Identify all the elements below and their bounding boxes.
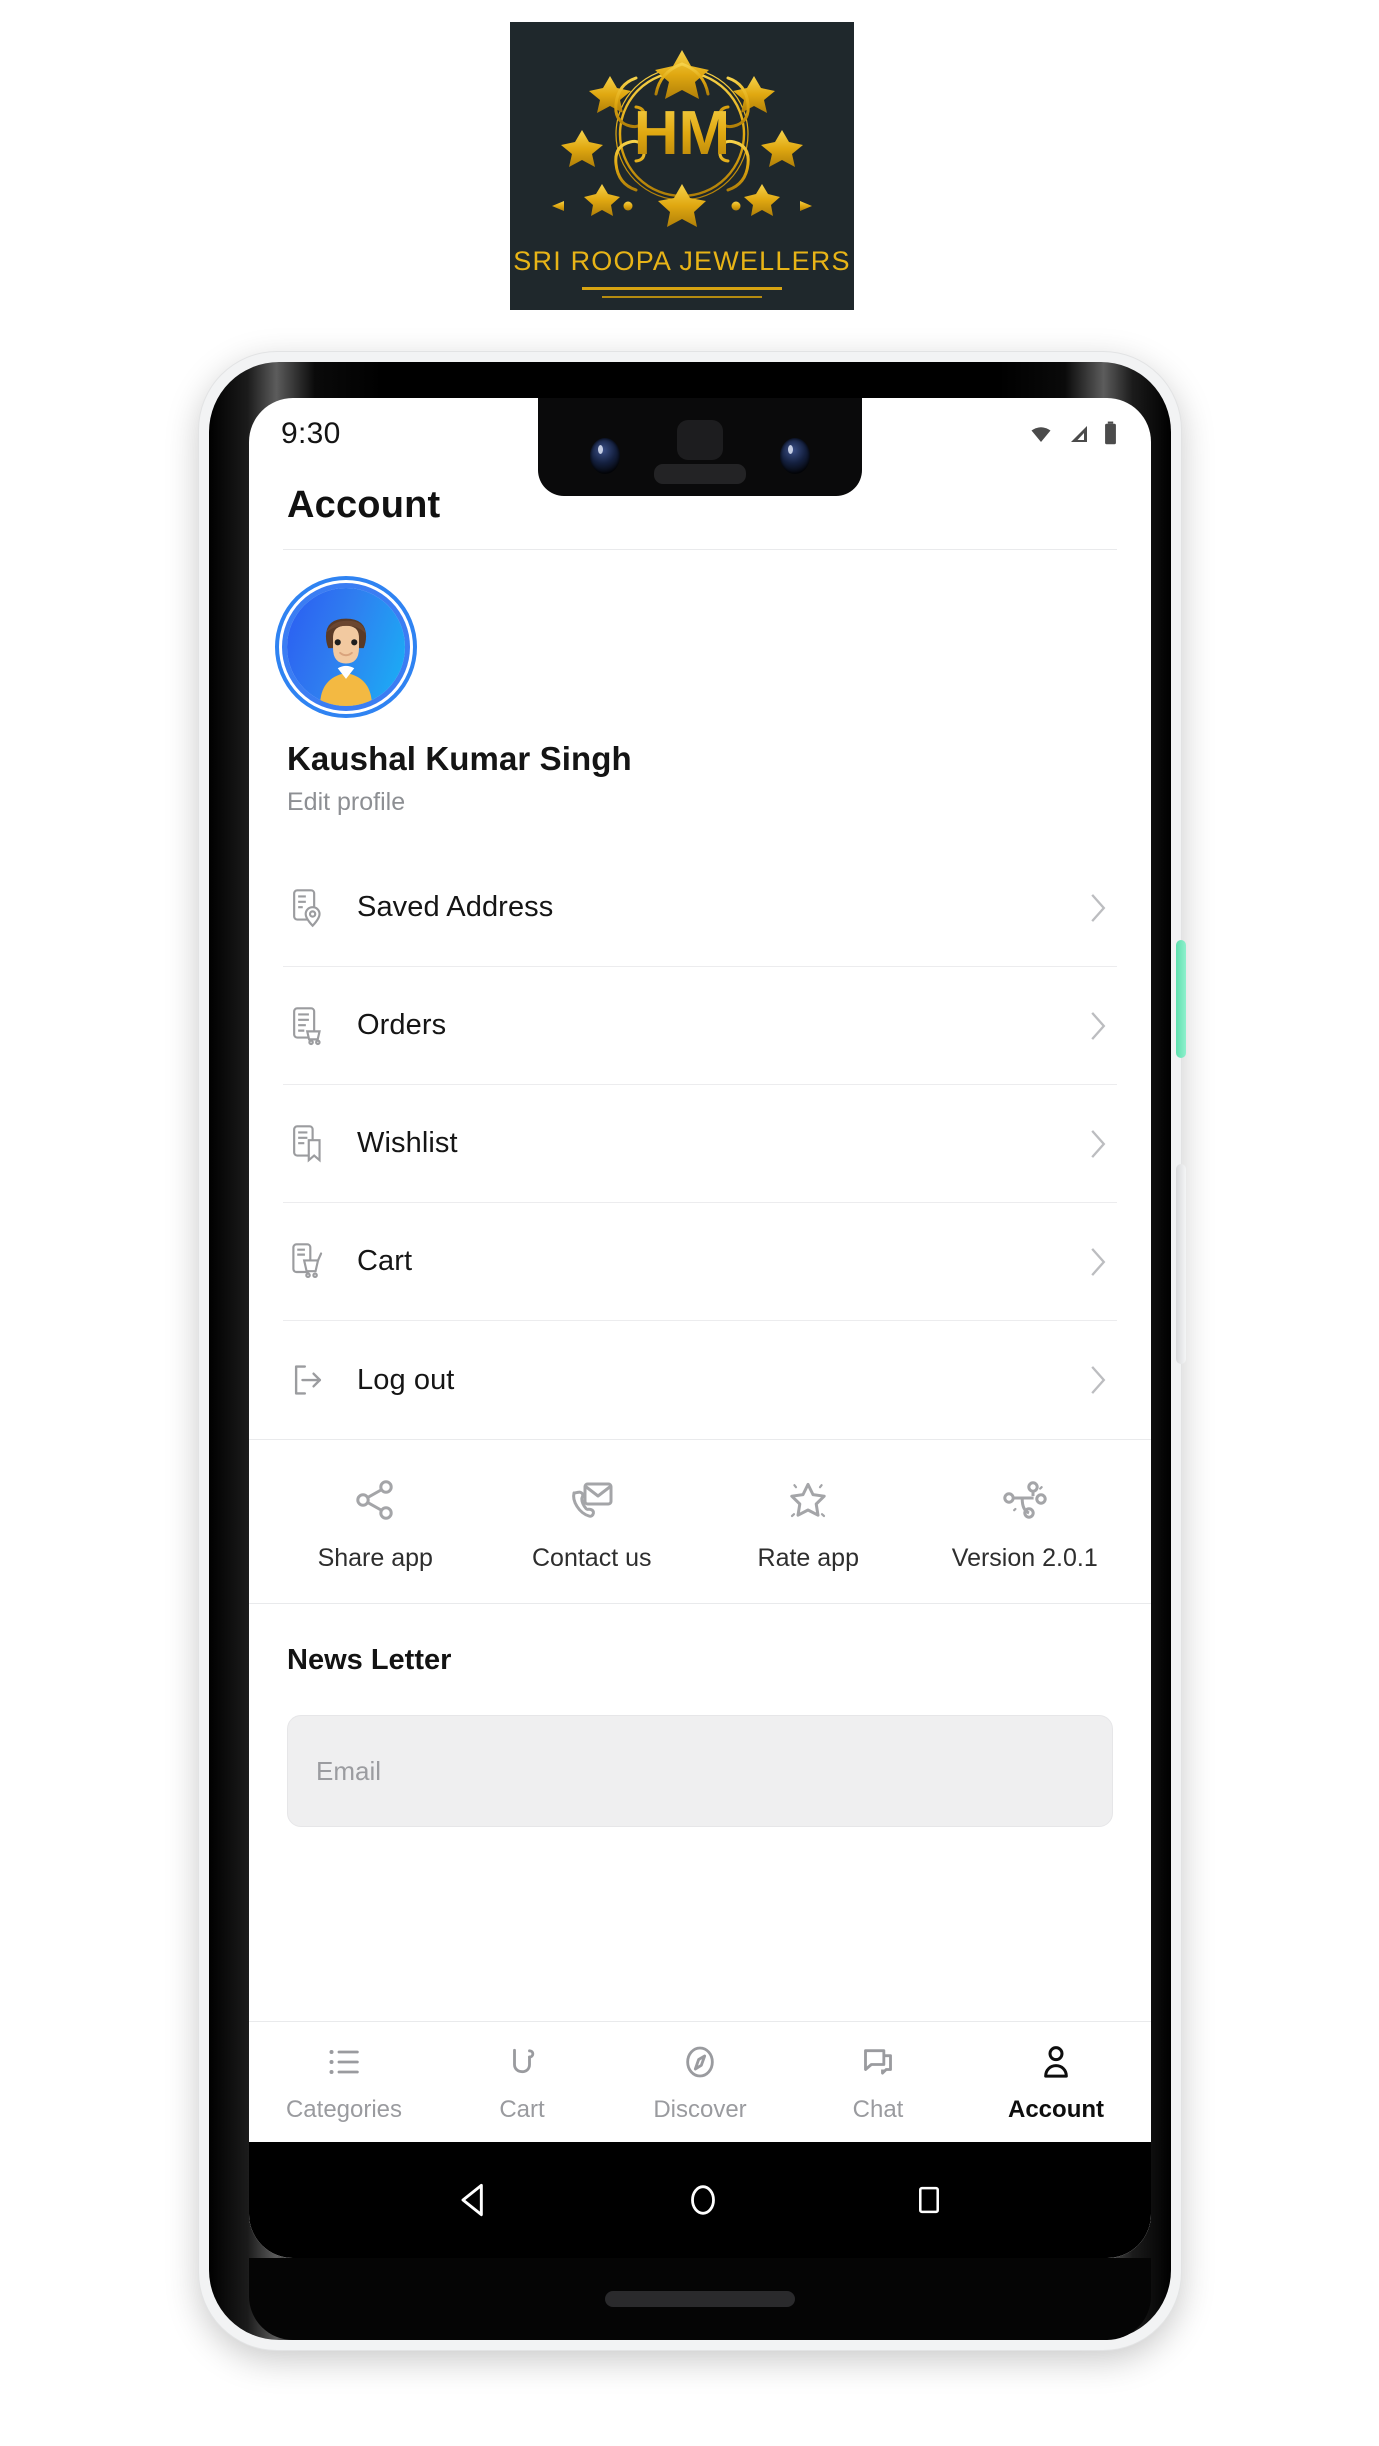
newsletter-email-input[interactable]: Email: [287, 1715, 1113, 1827]
menu-item-log-out[interactable]: Log out: [283, 1321, 1117, 1439]
action-label: Share app: [317, 1544, 433, 1572]
brand-rule-bottom: [602, 296, 762, 298]
front-camera-left-icon: [590, 438, 620, 474]
wifi-icon: [1031, 427, 1051, 442]
chevron-right-icon: [1085, 1010, 1111, 1042]
brand-crest-icon: HM: [552, 50, 812, 227]
status-icons: [1026, 421, 1119, 447]
menu-item-orders[interactable]: Orders: [283, 967, 1117, 1085]
phone-screen: 9:30 Account Kaushal Kumar Singh Edit pr…: [249, 398, 1151, 2258]
share-app-action[interactable]: Share app: [300, 1476, 450, 1573]
menu-item-cart[interactable]: Cart: [283, 1203, 1117, 1321]
nav-label: Account: [1008, 2096, 1104, 2123]
nav-item-chat[interactable]: Chat: [789, 2042, 967, 2124]
brand-logo-card: HM SRI ROOPA JEWELLERS: [510, 22, 854, 310]
phone-device: 9:30 Account Kaushal Kumar Singh Edit pr…: [199, 352, 1186, 2350]
profile-name: Kaushal Kumar Singh: [287, 740, 632, 777]
chat-icon: [864, 2049, 892, 2075]
app-content: Account Kaushal Kumar Singh Edit profile…: [249, 470, 1151, 2258]
nav-label: Chat: [852, 2096, 904, 2123]
cart-icon: [289, 1242, 343, 1282]
compass-icon: [686, 2046, 714, 2078]
cart-nav-icon: [513, 2048, 535, 2074]
chevron-right-icon: [1085, 892, 1111, 924]
nav-label: Discover: [653, 2096, 747, 2123]
phone-bezel: 9:30 Account Kaushal Kumar Singh Edit pr…: [209, 362, 1171, 2340]
chevron-right-icon: [1085, 1128, 1111, 1160]
list-icon: [329, 2050, 359, 2074]
edit-profile-link[interactable]: Edit profile: [287, 788, 1113, 817]
menu-item-label: Log out: [357, 1363, 455, 1396]
brand-rule-top: [582, 287, 782, 290]
nav-label: Cart: [499, 2096, 545, 2123]
proximity-sensor-icon: [677, 420, 723, 460]
contact-us-action[interactable]: Contact us: [517, 1476, 667, 1573]
nav-item-categories[interactable]: Categories: [255, 2042, 433, 2124]
recents-button[interactable]: [910, 2181, 948, 2219]
menu-item-saved-address[interactable]: Saved Address: [283, 849, 1117, 967]
menu-item-label: Wishlist: [357, 1127, 458, 1159]
nav-item-account[interactable]: Account: [967, 2042, 1145, 2124]
contact-icon: [571, 1482, 613, 1518]
person-icon: [1044, 2046, 1068, 2078]
avatar[interactable]: [287, 588, 405, 706]
nav-item-cart[interactable]: Cart: [433, 2042, 611, 2124]
chevron-right-icon: [1085, 1364, 1111, 1396]
action-label: Version 2.0.1: [951, 1544, 1098, 1572]
user-avatar-icon: [320, 618, 372, 706]
orders-icon: [289, 1006, 343, 1046]
signal-icon: [1071, 426, 1087, 442]
front-camera-right-icon: [780, 438, 810, 474]
bottom-speaker-grille: [605, 2291, 795, 2307]
rate-app-action[interactable]: Rate app: [733, 1476, 883, 1573]
brand-monogram-text: HM: [634, 99, 730, 168]
volume-rocker-button[interactable]: [1176, 1164, 1186, 1364]
menu-item-wishlist[interactable]: Wishlist: [283, 1085, 1117, 1203]
logout-icon: [289, 1361, 343, 1399]
nav-label: Categories: [285, 2096, 403, 2123]
bottom-navigation: Categories Cart Discover Chat Account: [249, 2021, 1151, 2142]
action-label: Contact us: [531, 1544, 652, 1572]
star-icon: [790, 1482, 826, 1518]
nav-item-discover[interactable]: Discover: [611, 2042, 789, 2124]
share-icon: [356, 1480, 393, 1520]
profile-section: Kaushal Kumar Singh Edit profile: [249, 550, 1151, 823]
page-root: HM SRI ROOPA JEWELLERS 9:30 Account Kaus…: [0, 0, 1379, 2446]
menu-item-label: Orders: [357, 1009, 447, 1041]
status-time: 9:30: [281, 417, 341, 450]
power-button[interactable]: [1176, 940, 1186, 1058]
phone-chin: [249, 2258, 1151, 2340]
quick-actions-row: Share app Contact us Rate app Version 2.…: [249, 1440, 1151, 1603]
earpiece-speaker: [654, 464, 746, 484]
menu-item-label: Cart: [357, 1245, 413, 1277]
brand-name-text: SRI ROOPA JEWELLERS: [513, 246, 851, 276]
phone-notch: [538, 398, 862, 496]
saved-address-icon: [289, 888, 343, 928]
newsletter-title: News Letter: [287, 1644, 452, 1676]
menu-item-label: Saved Address: [357, 891, 554, 923]
newsletter-section: News Letter Email: [249, 1604, 1151, 1857]
newsletter-email-placeholder: Email: [316, 1755, 382, 1786]
home-button[interactable]: [682, 2179, 724, 2221]
chevron-right-icon: [1085, 1246, 1111, 1278]
battery-icon: [1105, 421, 1116, 445]
back-button[interactable]: [452, 2178, 496, 2222]
wishlist-icon: [289, 1124, 343, 1164]
version-icon: [1003, 1481, 1047, 1519]
android-system-nav: [249, 2142, 1151, 2258]
version-action: Version 2.0.1: [950, 1476, 1100, 1573]
action-label: Rate app: [757, 1544, 859, 1572]
account-menu-list: Saved Address Orders Wishlist Cart Log o…: [249, 849, 1151, 1439]
